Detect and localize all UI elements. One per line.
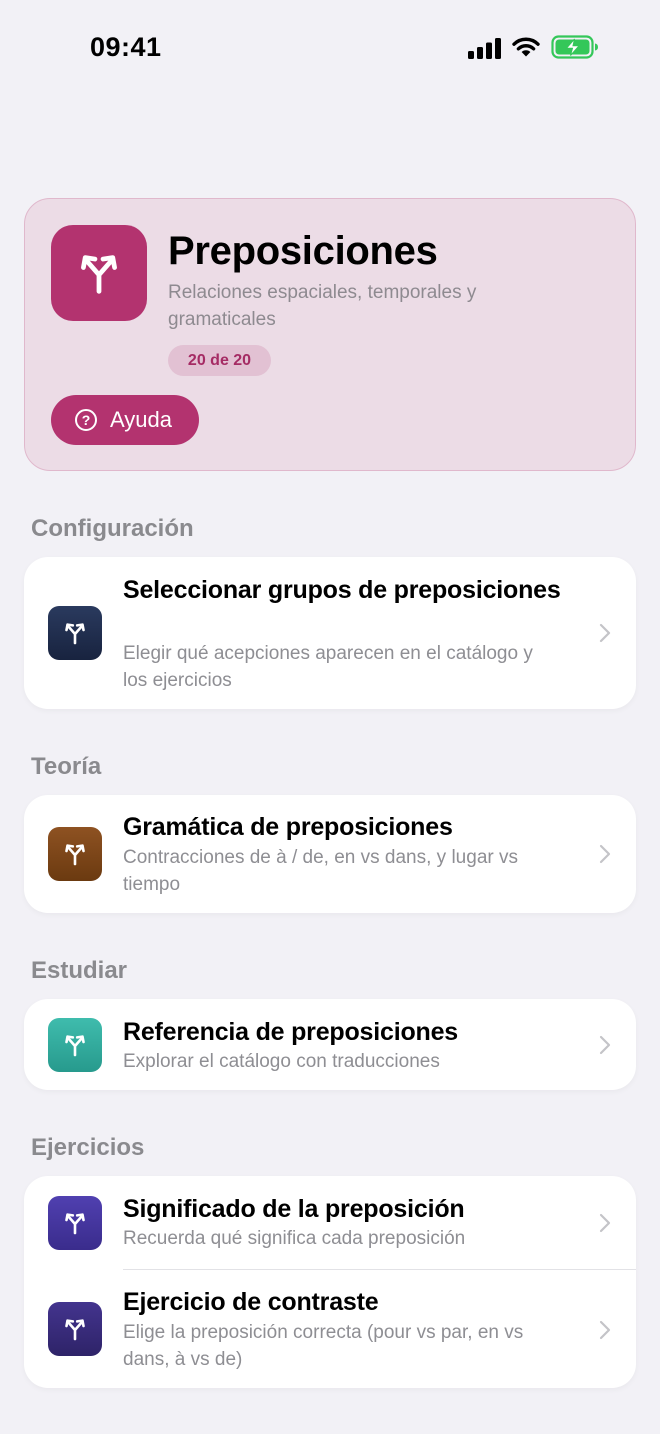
group-ejercicios: Significado de la preposición Recuerda q… — [24, 1176, 636, 1388]
list-item-description: Explorar el catálogo con traducciones — [123, 1051, 440, 1072]
progress-badge: 20 de 20 — [168, 345, 271, 376]
section-header-ejercicios: Ejercicios — [31, 1134, 145, 1161]
chevron-right-icon — [599, 1035, 611, 1055]
fork-arrows-icon — [48, 606, 102, 660]
list-item-description: Elige la preposición correcta (pour vs p… — [123, 1322, 524, 1370]
section-header-teoria: Teoría — [31, 753, 102, 780]
section-header-estudiar: Estudiar — [31, 957, 128, 984]
group-configuracion: Seleccionar grupos de preposiciones Eleg… — [24, 557, 636, 709]
fork-arrows-icon — [51, 225, 147, 321]
list-item-referencia[interactable]: Referencia de preposiciones Explorar el … — [24, 999, 636, 1090]
group-teoria: Gramática de preposiciones Contracciones… — [24, 795, 636, 913]
help-button[interactable]: ? Ayuda — [51, 395, 199, 445]
hero-card: Preposiciones Relaciones espaciales, tem… — [24, 198, 636, 471]
page-title: Preposiciones — [168, 229, 438, 273]
list-item-description: Elegir qué acepciones aparecen en el cat… — [123, 643, 533, 691]
list-item-significado[interactable]: Significado de la preposición Recuerda q… — [24, 1176, 636, 1269]
list-item-description: Recuerda qué significa cada preposición — [123, 1228, 466, 1249]
status-time: 09:41 — [90, 32, 162, 62]
group-estudiar: Referencia de preposiciones Explorar el … — [24, 999, 636, 1090]
list-item-seleccionar-grupos[interactable]: Seleccionar grupos de preposiciones Eleg… — [24, 557, 636, 709]
fork-arrows-icon — [48, 827, 102, 881]
battery-charging-icon — [551, 35, 598, 59]
fork-arrows-icon — [48, 1018, 102, 1072]
section-header-configuracion: Configuración — [31, 515, 194, 542]
list-item-title: Seleccionar grupos de preposiciones — [123, 576, 561, 604]
chevron-right-icon — [599, 623, 611, 643]
list-item-gramatica[interactable]: Gramática de preposiciones Contracciones… — [24, 795, 636, 913]
chevron-right-icon — [599, 1320, 611, 1340]
list-item-title: Gramática de preposiciones — [123, 813, 453, 841]
status-bar: 09:41 — [0, 0, 660, 96]
wifi-icon — [512, 37, 540, 57]
cellular-signal-icon — [468, 38, 501, 59]
help-button-label: Ayuda — [110, 407, 172, 432]
page-subtitle: Relaciones espaciales, temporales y gram… — [168, 282, 477, 330]
list-item-title: Referencia de preposiciones — [123, 1018, 459, 1046]
list-item-description: Contracciones de à / de, en vs dans, y l… — [123, 847, 518, 895]
list-item-contraste[interactable]: Ejercicio de contraste Elige la preposic… — [24, 1270, 636, 1388]
chevron-right-icon — [599, 844, 611, 864]
list-item-title: Ejercicio de contraste — [123, 1288, 379, 1316]
fork-arrows-icon — [48, 1302, 102, 1356]
chevron-right-icon — [599, 1213, 611, 1233]
question-circle-icon: ? — [75, 409, 97, 431]
fork-arrows-icon — [48, 1196, 102, 1250]
list-item-title: Significado de la preposición — [123, 1195, 465, 1223]
